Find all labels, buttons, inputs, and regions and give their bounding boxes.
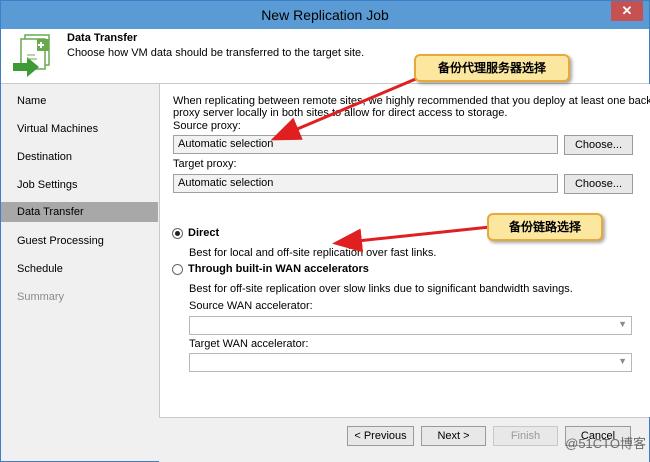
intro-text-line1: When replicating between remote sites, w… <box>173 95 650 107</box>
step-guest-processing[interactable]: Guest Processing <box>1 231 158 251</box>
window-title: New Replication Job <box>261 7 389 23</box>
step-destination[interactable]: Destination <box>1 147 158 167</box>
chevron-down-icon: ▼ <box>618 319 627 329</box>
wizard-steps-sidebar: Name Virtual Machines Destination Job Se… <box>1 84 158 461</box>
wan-accelerator-radio[interactable] <box>172 264 183 275</box>
source-proxy-field[interactable]: Automatic selection <box>173 135 558 154</box>
source-wan-label: Source WAN accelerator: <box>189 300 313 312</box>
wan-option-description: Best for off-site replication over slow … <box>189 283 573 295</box>
step-data-transfer[interactable]: Data Transfer <box>1 202 158 222</box>
target-wan-label: Target WAN accelerator: <box>189 338 309 350</box>
title-bar[interactable]: New Replication Job ✕ <box>1 1 649 29</box>
finish-button: Finish <box>493 426 558 446</box>
step-name[interactable]: Name <box>1 91 158 111</box>
previous-button[interactable]: < Previous <box>347 426 414 446</box>
next-button[interactable]: Next > <box>421 426 486 446</box>
link-selection-callout: 备份链路选择 <box>487 213 603 241</box>
step-job-settings[interactable]: Job Settings <box>1 175 158 195</box>
source-wan-combo[interactable]: ▼ <box>189 316 632 335</box>
close-button[interactable]: ✕ <box>611 1 643 21</box>
target-proxy-choose-button[interactable]: Choose... <box>564 174 633 194</box>
data-transfer-panel: When replicating between remote sites, w… <box>159 84 650 417</box>
intro-text-line2: proxy server locally in both sites to al… <box>173 107 508 119</box>
target-proxy-field[interactable]: Automatic selection <box>173 174 558 193</box>
data-transfer-icon <box>13 34 50 77</box>
direct-radio[interactable] <box>172 228 183 239</box>
chevron-down-icon: ▼ <box>618 356 627 366</box>
target-proxy-label: Target proxy: <box>173 158 237 170</box>
header-subtitle: Choose how VM data should be transferred… <box>67 47 365 59</box>
proxy-selection-callout: 备份代理服务器选择 <box>414 54 570 82</box>
step-summary: Summary <box>17 291 65 303</box>
direct-option-description: Best for local and off-site replication … <box>189 247 437 259</box>
step-schedule[interactable]: Schedule <box>1 259 158 279</box>
target-wan-combo[interactable]: ▼ <box>189 353 632 372</box>
watermark: @51CTO博客 <box>565 436 646 451</box>
header-title: Data Transfer <box>67 32 138 44</box>
source-proxy-label: Source proxy: <box>173 120 241 132</box>
step-virtual-machines[interactable]: Virtual Machines <box>1 119 158 139</box>
source-proxy-choose-button[interactable]: Choose... <box>564 135 633 155</box>
direct-option-label[interactable]: Direct <box>188 227 219 239</box>
wan-option-label[interactable]: Through built-in WAN accelerators <box>188 263 369 275</box>
